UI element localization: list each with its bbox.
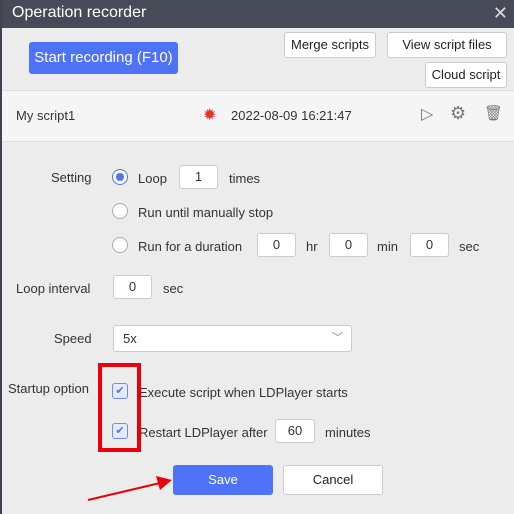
sec-label: sec xyxy=(459,239,480,254)
highlight-box xyxy=(98,363,141,452)
close-icon[interactable]: ✕ xyxy=(493,2,508,24)
setting-label: Setting xyxy=(51,170,92,185)
red-arrow-annotation xyxy=(87,476,172,501)
startup-option-label: Startup option xyxy=(8,381,89,396)
seconds-input[interactable]: 0 xyxy=(410,233,449,257)
times-label: times xyxy=(229,171,261,186)
restart-after-label: Restart LDPlayer after xyxy=(139,425,268,440)
hours-input[interactable]: 0 xyxy=(257,233,296,257)
restart-unit-label: minutes xyxy=(325,425,371,440)
script-row[interactable]: My script1 ✹ 2022-08-09 16:21:47 ▷ ⚙ 🗑 xyxy=(2,90,514,142)
run-duration-label: Run for a duration xyxy=(138,239,243,254)
chevron-down-icon: ﹀ xyxy=(332,332,343,344)
loop-count-input[interactable]: 1 xyxy=(179,165,218,189)
speed-value: 5x xyxy=(123,331,137,346)
gear-icon[interactable]: ⚙ xyxy=(450,103,466,124)
hr-label: hr xyxy=(306,239,318,254)
script-name: My script1 xyxy=(16,108,76,123)
merge-scripts-button[interactable]: Merge scripts xyxy=(284,32,376,58)
cloud-script-button[interactable]: Cloud script xyxy=(425,62,507,88)
loop-radio[interactable] xyxy=(112,169,128,185)
script-timestamp: 2022-08-09 16:21:47 xyxy=(231,108,352,123)
start-recording-button[interactable]: Start recording (F10) xyxy=(29,42,178,74)
recording-indicator-icon: ✹ xyxy=(203,107,217,124)
loop-interval-label: Loop interval xyxy=(16,281,91,296)
run-duration-radio[interactable] xyxy=(112,237,128,253)
min-label: min xyxy=(377,239,398,254)
minutes-input[interactable]: 0 xyxy=(329,233,368,257)
loop-interval-input[interactable]: 0 xyxy=(113,275,152,299)
speed-select[interactable]: 5x ﹀ xyxy=(113,325,352,352)
view-script-files-button[interactable]: View script files xyxy=(387,32,507,58)
speed-label: Speed xyxy=(54,331,92,346)
loop-label: Loop xyxy=(138,171,167,186)
cancel-button[interactable]: Cancel xyxy=(283,465,383,495)
run-until-stop-radio[interactable] xyxy=(112,203,128,219)
play-icon[interactable]: ▷ xyxy=(421,104,433,124)
run-until-stop-label: Run until manually stop xyxy=(138,205,274,220)
execute-on-start-label: Execute script when LDPlayer starts xyxy=(139,385,348,400)
window-title: Operation recorder xyxy=(2,0,514,28)
save-button[interactable]: Save xyxy=(173,465,273,495)
trash-icon[interactable]: 🗑 xyxy=(484,104,503,122)
restart-minutes-input[interactable]: 60 xyxy=(275,419,315,443)
loop-interval-unit: sec xyxy=(163,281,184,296)
